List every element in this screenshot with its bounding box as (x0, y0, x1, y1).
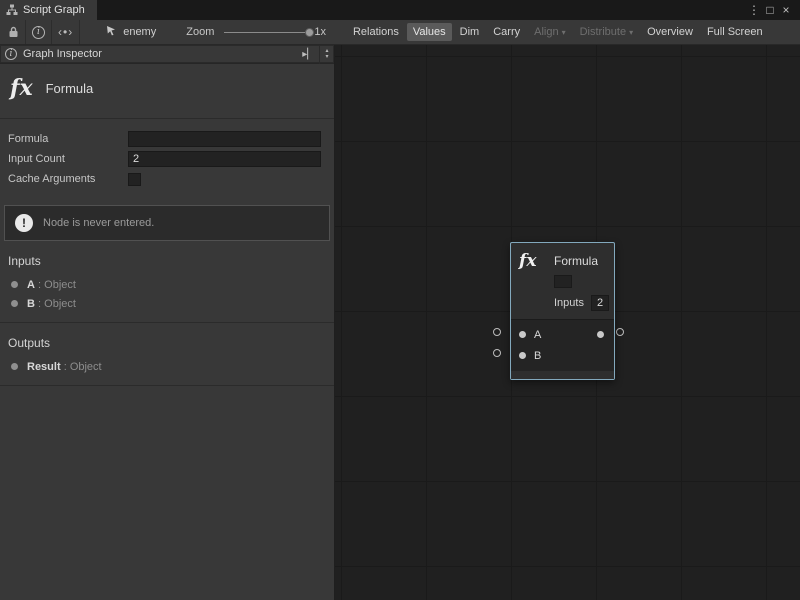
zoom-label: Zoom (186, 26, 214, 38)
node-header[interactable]: fx Formula Inputs 2 (511, 243, 614, 319)
graph-inspector-panel: i Graph Inspector ▸▏ ▴ ▾ fx Formula Form… (0, 45, 335, 600)
spin-down-icon[interactable]: ▾ (325, 54, 328, 60)
close-icon[interactable]: × (778, 0, 794, 20)
graph-breadcrumb[interactable]: enemy (106, 25, 156, 39)
tab-bar: Script Graph ⋮ □ × (0, 0, 800, 20)
window-menu-icon[interactable]: ⋮ (746, 0, 762, 20)
input-port-dot[interactable] (519, 331, 526, 338)
formula-fx-icon: fx (519, 251, 545, 271)
maximize-icon[interactable]: □ (762, 0, 778, 20)
chevron-down-icon: ▾ (562, 28, 566, 37)
inspector-fields: Formula Input Count Cache Arguments (0, 119, 334, 193)
cache-arguments-label: Cache Arguments (8, 173, 128, 185)
field-row-cache-arguments: Cache Arguments (8, 169, 321, 189)
graph-canvas[interactable]: fx Formula Inputs 2 A (335, 45, 800, 600)
toolbar-separator (79, 20, 80, 44)
formula-fx-icon: fx (10, 76, 33, 100)
cache-arguments-checkbox[interactable] (128, 173, 141, 186)
dock-panel-icon[interactable]: ▸▏ (298, 49, 319, 60)
toolbar-separator (51, 20, 52, 44)
unity-script-graph-window: Script Graph ⋮ □ × i ‹•› enemy (0, 0, 800, 600)
zoom-slider-handle[interactable] (305, 28, 314, 37)
inspector-port-row-result[interactable]: Result : Object (0, 357, 334, 376)
input-count-label: Input Count (8, 153, 128, 165)
info-icon[interactable]: i (32, 26, 45, 39)
formula-input[interactable] (128, 131, 321, 147)
warning-text: Node is never entered. (43, 217, 154, 229)
inspector-port-row-a[interactable]: A : Object (0, 275, 334, 294)
node-ports: A B (511, 319, 614, 371)
inspector-port-row-b[interactable]: B : Object (0, 294, 334, 313)
input-count-input[interactable] (128, 151, 321, 167)
chevron-down-icon: ▾ (629, 28, 633, 37)
toolbar-button-fullscreen[interactable]: Full Screen (701, 23, 769, 41)
port-dot-icon (11, 281, 18, 288)
inspector-title: Graph Inspector (23, 48, 102, 60)
node-title: Formula (554, 251, 598, 271)
toolbar-button-distribute: Distribute ▾ (574, 23, 639, 41)
graph-asset-icon (106, 25, 117, 39)
toolbar-button-carry[interactable]: Carry (487, 23, 526, 41)
unconnected-port-ring[interactable] (616, 328, 624, 336)
toolbar-separator (25, 20, 26, 44)
toolbar-buttons: Relations Values Dim Carry Align ▾ Distr… (346, 23, 770, 41)
input-port-dot[interactable] (519, 352, 526, 359)
tab-script-graph[interactable]: Script Graph (0, 0, 97, 20)
node-footer (511, 371, 614, 379)
field-row-input-count: Input Count (8, 149, 321, 169)
toolbar-button-relations[interactable]: Relations (347, 23, 405, 41)
outputs-section-title: Outputs (0, 323, 334, 357)
lock-icon[interactable] (0, 26, 19, 38)
field-row-formula: Formula (8, 129, 321, 149)
toolbar-button-values[interactable]: Values (407, 23, 452, 41)
unconnected-port-ring[interactable] (493, 328, 501, 336)
node-inputs-label: Inputs (554, 297, 584, 309)
inputs-section-title: Inputs (0, 241, 334, 275)
zoom-value: 1x (314, 26, 326, 38)
port-dot-icon (11, 363, 18, 370)
graph-breadcrumb-label: enemy (123, 26, 156, 38)
tab-title: Script Graph (23, 4, 85, 16)
inspector-header: i Graph Inspector ▸▏ ▴ ▾ (0, 45, 334, 64)
graph-toolbar: i ‹•› enemy Zoom 1x Relations Values Dim… (0, 20, 800, 45)
warning-box: ! Node is never entered. (4, 205, 330, 241)
zoom-slider[interactable] (224, 32, 310, 33)
node-inputs-count[interactable]: 2 (591, 295, 609, 311)
script-graph-icon (6, 4, 18, 16)
unconnected-port-ring[interactable] (493, 349, 501, 357)
window-controls: ⋮ □ × (746, 0, 800, 20)
port-dot-icon (11, 300, 18, 307)
toolbar-button-dim[interactable]: Dim (454, 23, 486, 41)
toolbar-button-overview[interactable]: Overview (641, 23, 699, 41)
formula-node[interactable]: fx Formula Inputs 2 A (510, 242, 615, 380)
warning-icon: ! (15, 214, 33, 232)
panel-scroll-spinner[interactable]: ▴ ▾ (319, 45, 334, 64)
unit-title: Formula (46, 81, 94, 96)
section-divider (0, 385, 334, 386)
info-icon: i (5, 48, 17, 60)
code-view-icon[interactable]: ‹•› (58, 25, 73, 39)
output-port-dot[interactable] (597, 331, 604, 338)
node-formula-field[interactable] (554, 275, 572, 288)
formula-field-label: Formula (8, 133, 128, 145)
unit-header: fx Formula (0, 64, 334, 119)
node-port-row-b: B (511, 345, 614, 366)
node-port-row-a: A (511, 324, 614, 345)
toolbar-button-align: Align ▾ (528, 23, 571, 41)
